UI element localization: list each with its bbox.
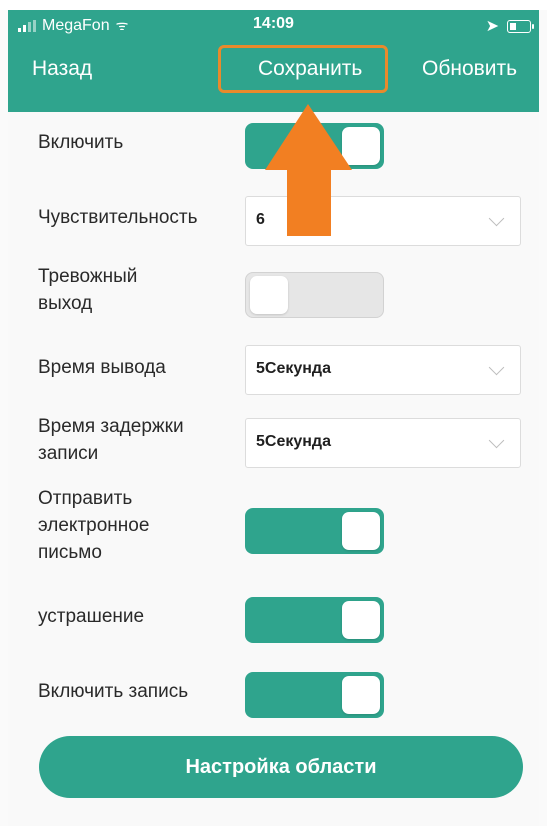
enable-label: Включить: [38, 132, 124, 153]
alarm-output-toggle[interactable]: [245, 272, 384, 318]
app-screen: MegaFon ᯤ 14:09 ➤ Назад Сохранить Обнови…: [0, 0, 547, 826]
send-email-label: Отправить электронное письмо: [38, 485, 149, 566]
battery-icon: [507, 19, 534, 33]
settings-list: Включить Чувствительность 6 Тревожный вы…: [8, 112, 539, 826]
record-delay-label: Время задержки записи: [38, 413, 184, 467]
status-right: ➤: [485, 16, 534, 36]
sensitivity-label: Чувствительность: [38, 207, 198, 228]
sensitivity-value: 6: [256, 211, 265, 228]
enable-recording-label: Включить запись: [38, 681, 189, 702]
record-delay-label-line1: Время задержки: [38, 416, 184, 437]
deterrence-toggle[interactable]: [245, 597, 384, 643]
send-email-label-line1: Отправить: [38, 488, 133, 509]
area-setup-button[interactable]: Настройка области: [39, 736, 523, 798]
enable-toggle[interactable]: [245, 123, 384, 169]
chevron-down-icon: [488, 432, 505, 449]
chevron-down-icon: [488, 359, 505, 376]
status-time: 14:09: [253, 15, 294, 32]
toggle-knob: [342, 601, 380, 639]
chevron-down-icon: [488, 210, 505, 227]
send-email-label-line2: электронное: [38, 515, 150, 536]
record-delay-select[interactable]: 5Секунда: [245, 418, 521, 468]
nav-bar: Назад Сохранить Обновить: [8, 40, 539, 112]
alarm-output-label: Тревожный выход: [38, 263, 137, 317]
send-email-toggle[interactable]: [245, 508, 384, 554]
refresh-button[interactable]: Обновить: [422, 57, 517, 81]
sensitivity-select[interactable]: 6: [245, 196, 521, 246]
status-bar: MegaFon ᯤ 14:09 ➤: [8, 10, 539, 40]
enable-recording-toggle[interactable]: [245, 672, 384, 718]
output-time-label: Время вывода: [38, 357, 166, 378]
toggle-knob: [342, 512, 380, 550]
deterrence-label: устрашение: [38, 606, 145, 627]
alarm-output-label-line1: Тревожный: [38, 266, 138, 287]
toggle-knob: [250, 276, 288, 314]
record-delay-value: 5Секунда: [256, 433, 331, 450]
toggle-knob: [342, 127, 380, 165]
output-time-select[interactable]: 5Секунда: [245, 345, 521, 395]
save-button[interactable]: Сохранить: [258, 57, 362, 81]
alarm-output-label-line2: выход: [38, 293, 93, 314]
back-button[interactable]: Назад: [32, 57, 92, 81]
caption-strip: [0, 0, 547, 10]
send-email-label-line3: письмо: [38, 542, 102, 563]
toggle-knob: [342, 676, 380, 714]
record-delay-label-line2: записи: [38, 443, 99, 464]
output-time-value: 5Секунда: [256, 360, 331, 377]
location-icon: ➤: [485, 18, 499, 35]
